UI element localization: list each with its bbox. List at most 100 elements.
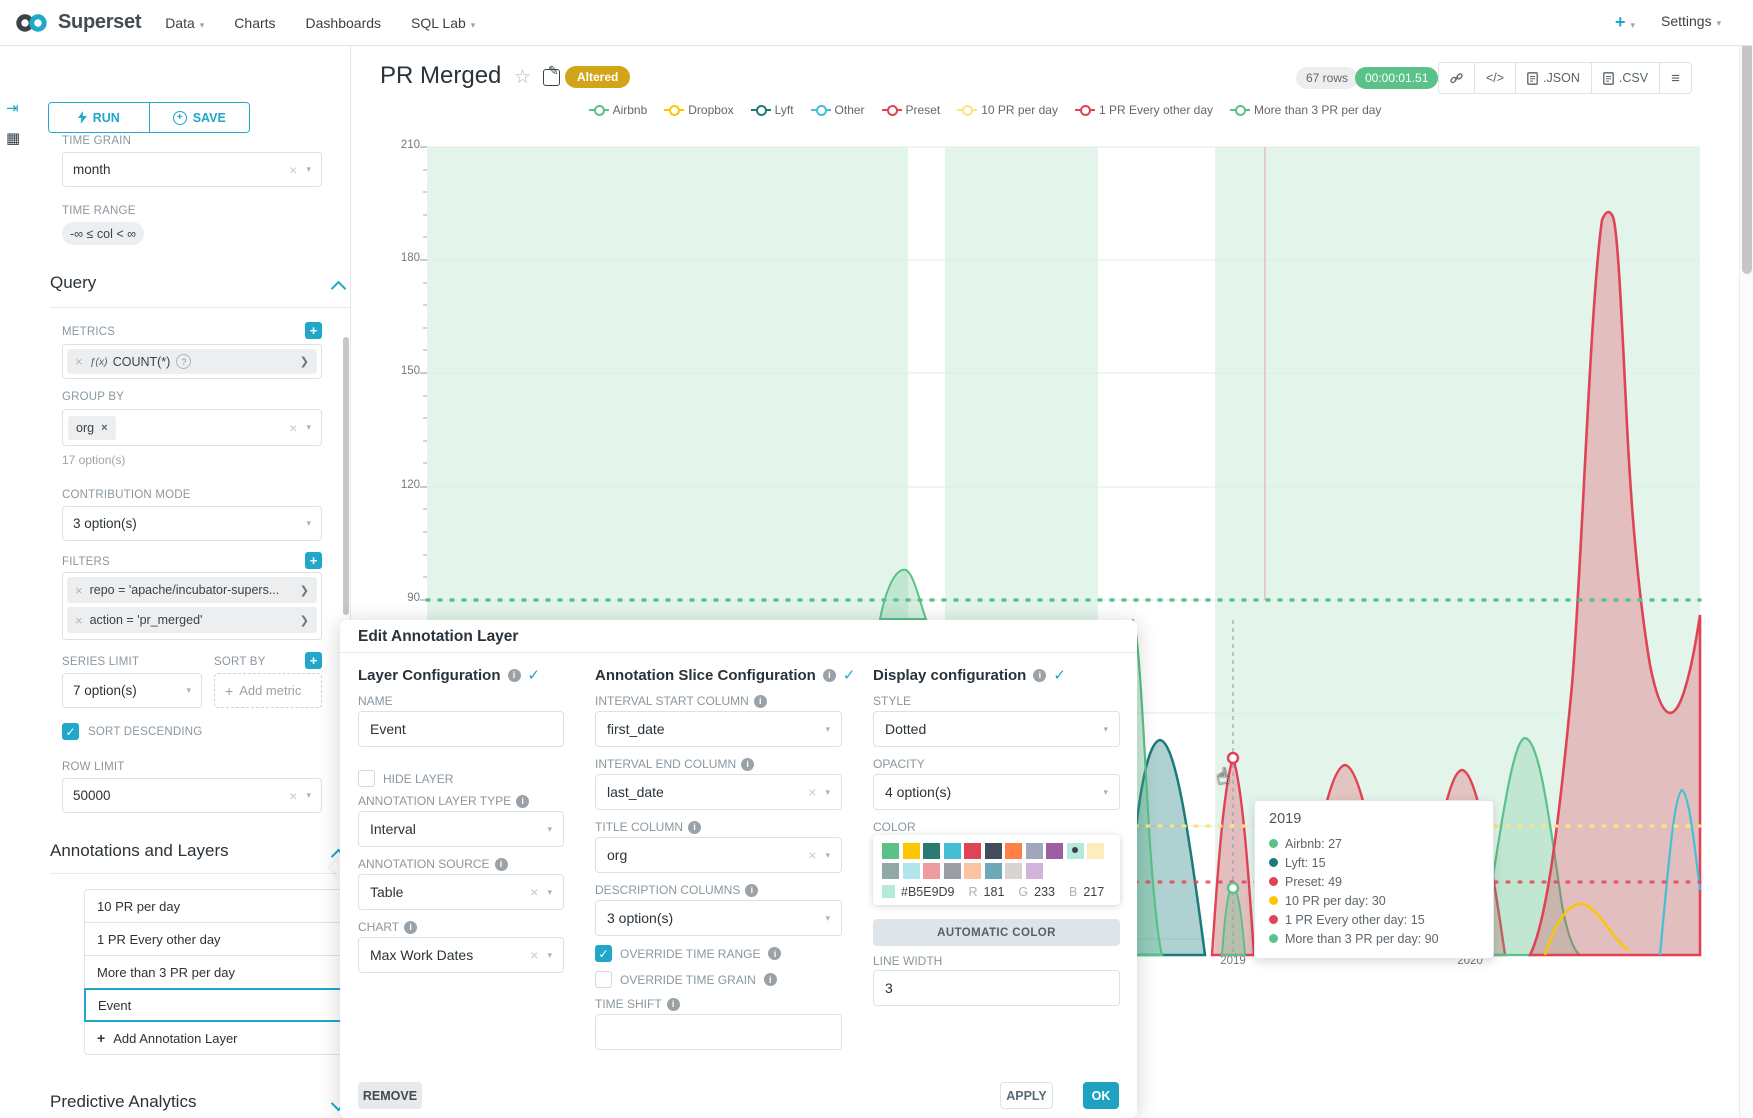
dataset-grid-icon[interactable]: ▦ [6, 129, 20, 147]
color-swatch[interactable] [903, 863, 920, 879]
color-swatch-selected[interactable] [1067, 843, 1084, 859]
time-range-pill[interactable]: -∞ ≤ col < ∞ [62, 222, 144, 245]
clear-icon[interactable]: × [530, 884, 538, 900]
add-metric-button[interactable]: + [305, 322, 322, 339]
export-json-button[interactable]: .JSON [1516, 63, 1592, 93]
checkbox-empty-icon[interactable] [358, 770, 375, 787]
window-scrollbar-track[interactable] [1739, 0, 1753, 1118]
time-grain-select[interactable]: month × ▾ [62, 152, 322, 187]
clear-icon[interactable]: × [289, 788, 297, 804]
collapse-section-icon[interactable] [331, 281, 347, 297]
export-csv-button[interactable]: .CSV [1592, 63, 1660, 93]
superset-logo[interactable]: Superset [14, 11, 141, 35]
annotation-layer-item[interactable]: 1 PR Every other day [84, 922, 352, 956]
sort-by-add-metric[interactable]: + Add metric [214, 673, 322, 708]
color-swatch[interactable] [1087, 843, 1104, 859]
remove-icon[interactable]: × [75, 583, 83, 598]
legend-item[interactable]: 10 PR per day [957, 103, 1058, 117]
annotation-layer-item-active[interactable]: Event [84, 988, 352, 1022]
info-icon[interactable]: i [667, 998, 680, 1011]
chevron-right-icon[interactable]: ❯ [300, 584, 309, 597]
contribution-mode-select[interactable]: 3 option(s) ▾ [62, 506, 322, 541]
hide-layer-row[interactable]: HIDE LAYER [358, 770, 453, 787]
panel-scrollbar[interactable] [343, 337, 349, 615]
r-value[interactable]: 181 [984, 885, 1005, 899]
row-limit-select[interactable]: 50000 × ▾ [62, 778, 322, 813]
clear-icon[interactable]: × [808, 847, 816, 863]
annotation-source-select[interactable]: Table×▾ [358, 874, 564, 910]
style-select[interactable]: Dotted▾ [873, 711, 1120, 747]
info-icon[interactable]: i [1033, 669, 1046, 682]
color-swatch[interactable] [1005, 843, 1022, 859]
series-limit-select[interactable]: 7 option(s) ▾ [62, 673, 202, 708]
add-annotation-layer-button[interactable]: + Add Annotation Layer [84, 1021, 352, 1055]
automatic-color-button[interactable]: AUTOMATIC COLOR [873, 919, 1120, 946]
filter-pill[interactable]: × repo = 'apache/incubator-supers... ❯ [67, 577, 317, 603]
clear-icon[interactable]: × [289, 162, 297, 178]
info-icon[interactable]: i [741, 758, 754, 771]
color-swatch[interactable] [923, 863, 940, 879]
info-icon[interactable]: i [495, 858, 508, 871]
chevron-right-icon[interactable]: ❯ [300, 355, 309, 368]
info-icon[interactable]: i [764, 973, 777, 986]
legend-item[interactable]: Other [811, 103, 865, 117]
color-swatch[interactable] [964, 843, 981, 859]
hex-value[interactable]: #B5E9D9 [901, 885, 955, 899]
legend-item[interactable]: Preset [882, 103, 941, 117]
annotation-layer-item[interactable]: More than 3 PR per day [84, 955, 352, 989]
remove-icon[interactable]: × [75, 354, 83, 369]
annotation-layer-item[interactable]: 10 PR per day [84, 889, 352, 923]
b-value[interactable]: 217 [1083, 885, 1104, 899]
override-time-grain-row[interactable]: OVERRIDE TIME GRAINi [595, 971, 777, 988]
save-button[interactable]: + SAVE [150, 103, 250, 132]
new-plus-button[interactable]: +▾ [1615, 12, 1635, 33]
remove-icon[interactable]: × [75, 613, 83, 628]
checkbox-checked-icon[interactable]: ✓ [595, 945, 612, 962]
color-swatch[interactable] [1026, 843, 1043, 859]
group-by-select[interactable]: org× × ▾ [62, 409, 322, 446]
edit-title-icon[interactable]: ✎ [543, 69, 560, 86]
share-link-button[interactable] [1439, 63, 1475, 93]
color-swatch[interactable] [1046, 843, 1063, 859]
opacity-select[interactable]: 4 option(s)▾ [873, 774, 1120, 810]
settings-menu[interactable]: Settings▾ [1661, 13, 1721, 29]
nav-sqllab[interactable]: SQL Lab▾ [411, 15, 475, 31]
annotation-layer-type-select[interactable]: Interval▾ [358, 811, 564, 847]
override-time-range-row[interactable]: ✓ OVERRIDE TIME RANGEi [595, 945, 781, 962]
window-scrollbar-thumb[interactable] [1742, 6, 1752, 274]
info-icon[interactable]: i [823, 669, 836, 682]
chevron-right-icon[interactable]: ❯ [300, 614, 309, 627]
description-columns-select[interactable]: 3 option(s)▾ [595, 900, 842, 936]
color-swatch[interactable] [1005, 863, 1022, 879]
name-input[interactable]: Event [358, 711, 564, 747]
question-circle-icon[interactable]: ? [176, 354, 191, 369]
chart-menu-button[interactable]: ≡ [1660, 63, 1691, 93]
time-shift-input[interactable] [595, 1014, 842, 1050]
color-swatch[interactable] [882, 863, 899, 879]
chart-select[interactable]: Max Work Dates×▾ [358, 937, 564, 973]
color-swatch[interactable] [985, 843, 1002, 859]
remove-icon[interactable]: × [101, 422, 107, 434]
info-icon[interactable]: i [404, 921, 417, 934]
legend-item[interactable]: More than 3 PR per day [1230, 103, 1381, 117]
add-filter-button[interactable]: + [305, 552, 322, 569]
collapse-datasource-icon[interactable]: ⇥ [6, 99, 19, 117]
legend-item[interactable]: 1 PR Every other day [1075, 103, 1213, 117]
metric-pill[interactable]: × ƒ(x) COUNT(*) ? ❯ [67, 349, 317, 374]
line-width-input[interactable]: 3 [873, 970, 1120, 1006]
legend-item[interactable]: Lyft [751, 103, 794, 117]
info-icon[interactable]: i [688, 821, 701, 834]
nav-charts[interactable]: Charts [234, 15, 275, 31]
sort-descending-row[interactable]: ✓ SORT DESCENDING [62, 723, 202, 740]
color-swatch[interactable] [1026, 863, 1043, 879]
clear-icon[interactable]: × [289, 420, 297, 436]
legend-item[interactable]: Dropbox [664, 103, 733, 117]
clear-icon[interactable]: × [808, 784, 816, 800]
add-sort-metric-button[interactable]: + [305, 652, 322, 669]
color-swatch[interactable] [923, 843, 940, 859]
apply-button[interactable]: APPLY [1000, 1082, 1053, 1109]
info-icon[interactable]: i [508, 669, 521, 682]
nav-dashboards[interactable]: Dashboards [306, 15, 382, 31]
ok-button[interactable]: OK [1083, 1082, 1119, 1109]
filter-pill[interactable]: × action = 'pr_merged' ❯ [67, 607, 317, 633]
